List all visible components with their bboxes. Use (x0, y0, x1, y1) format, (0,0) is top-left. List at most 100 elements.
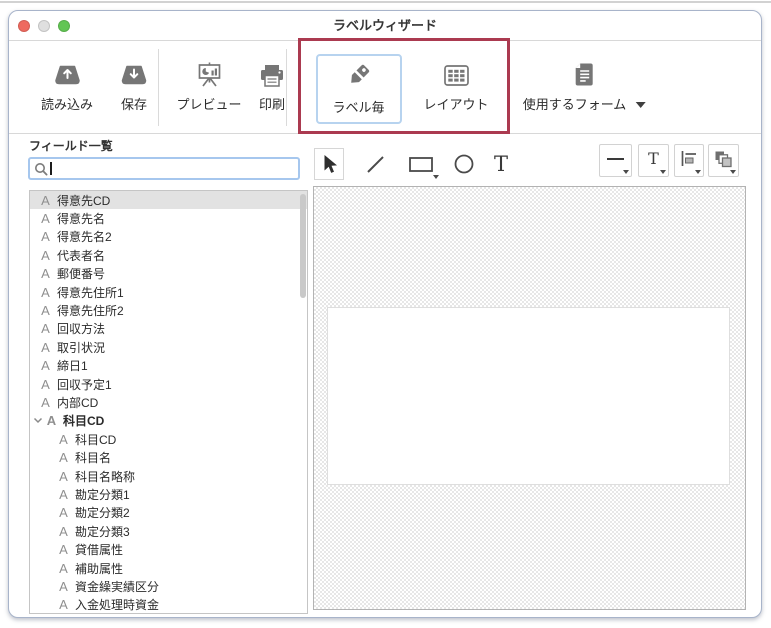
ellipse-icon (453, 153, 475, 175)
align-icon (680, 150, 698, 168)
toolbar-item-label: プレビュー (176, 94, 241, 113)
app-window: ラベルウィザード 読み込み 保存 プレビュー 印刷 ラベル毎 レイアウト 使用す… (8, 10, 762, 618)
document-icon (573, 57, 596, 87)
toolbar-item-load[interactable]: 読み込み (41, 57, 93, 113)
text-field-icon: A (39, 303, 52, 318)
field-label: 科目CD (75, 431, 116, 448)
field-list-item[interactable]: A得意先名2 (30, 228, 307, 246)
field-label: 入金処理時資金 (75, 596, 159, 613)
field-list: A得意先CDA得意先名A得意先名2A代表者名A郵便番号A得意先住所1A得意先住所… (29, 190, 308, 614)
field-list-item[interactable]: A代表者名 (30, 246, 307, 264)
field-list-item[interactable]: A 取引状況 (30, 338, 307, 356)
text-tool[interactable]: T (486, 148, 516, 180)
field-list-item[interactable]: A得意先CD (30, 191, 307, 209)
field-label: 科目名 (75, 449, 111, 466)
dropdown-arrow-icon (635, 102, 645, 108)
field-list-item[interactable]: A郵便番号 (30, 265, 307, 283)
text-field-icon: A (57, 432, 70, 447)
arrange-button[interactable] (708, 144, 739, 177)
line-tool[interactable] (360, 148, 390, 180)
presentation-icon (196, 57, 222, 87)
field-label: 勘定分類1 (75, 486, 130, 503)
text-field-icon: A (39, 211, 52, 226)
search-input[interactable] (28, 157, 300, 180)
field-list-item[interactable]: A回収予定1 (30, 375, 307, 393)
field-label: 内部CD (57, 394, 98, 411)
text-field-icon: A (57, 469, 70, 484)
field-list-item[interactable]: A 締日1 (30, 357, 307, 375)
rect-icon (408, 156, 434, 173)
chevron-down-icon[interactable] (33, 417, 43, 424)
toolbar-item-layout[interactable]: レイアウト (423, 57, 488, 113)
titlebar: ラベルウィザード (9, 11, 761, 41)
field-label: 取引状況 (57, 339, 105, 356)
text-field-icon: A (57, 505, 70, 520)
field-list-item[interactable]: A内部CD (30, 393, 307, 411)
field-list-item[interactable]: A資金繰実績区分 (30, 577, 307, 595)
hline-icon (607, 158, 624, 160)
field-label: 得意先名 (57, 210, 105, 227)
field-list-item[interactable]: A回収方法 (30, 320, 307, 338)
toolbar-item-preview[interactable]: プレビュー (176, 57, 241, 113)
label-preview[interactable] (327, 307, 730, 485)
text-field-icon: A (39, 340, 52, 355)
design-canvas[interactable] (313, 186, 746, 610)
text-style-button[interactable]: T (638, 144, 669, 177)
text-field-icon: A (57, 524, 70, 539)
field-list-item[interactable]: A科目名 (30, 448, 307, 466)
line-style-button[interactable] (599, 144, 632, 177)
field-list-item[interactable]: A 得意先名 (30, 209, 307, 227)
toolbar-separator (158, 49, 159, 126)
text-field-icon: A (57, 542, 70, 557)
field-list-title: フィールド一覧 (29, 137, 113, 154)
tray-down-icon (121, 57, 148, 87)
toolbar-item-print[interactable]: 印刷 (259, 57, 285, 113)
text-style-glyph: T (648, 151, 659, 167)
rectangle-tool[interactable] (406, 148, 436, 180)
field-list-item[interactable]: A得意先住所1 (30, 283, 307, 301)
field-list-item[interactable]: A 勘定分類2 (30, 504, 307, 522)
toolbar-item-form[interactable]: 使用するフォーム (523, 57, 646, 113)
select-tool[interactable] (314, 148, 344, 180)
printer-icon (259, 57, 285, 87)
field-list-item[interactable]: A科目CD (30, 412, 307, 430)
toolbar-item-label: 使用するフォーム (523, 94, 646, 113)
text-tool-glyph: T (494, 154, 508, 175)
text-field-icon: A (57, 561, 70, 576)
field-list-item[interactable]: A 科目CD (30, 430, 307, 448)
field-list-item[interactable]: A入金処理時資金 (30, 596, 307, 614)
field-list-item[interactable]: A補助属性 (30, 559, 307, 577)
dropdown-arrow-icon (623, 170, 629, 174)
search-icon (34, 162, 48, 176)
dropdown-arrow-icon (730, 170, 736, 174)
toolbar-item-save[interactable]: 保存 (121, 57, 148, 113)
toolbar-item-label: レイアウト (423, 94, 488, 113)
field-label: 勘定分類2 (75, 504, 130, 521)
toolbar-item-per-label[interactable]: ラベル毎 (315, 54, 401, 124)
dropdown-arrow-icon (695, 170, 701, 174)
text-field-icon: A (57, 579, 70, 594)
field-label: 勘定分類3 (75, 523, 130, 540)
field-list-item[interactable]: A 科目名略称 (30, 467, 307, 485)
field-list-item[interactable]: A 勘定分類3 (30, 522, 307, 540)
toolbar-item-label: 印刷 (259, 94, 285, 113)
text-field-icon: A (39, 285, 52, 300)
field-label: 郵便番号 (57, 265, 105, 282)
ellipse-tool[interactable] (449, 148, 479, 180)
field-label: 回収予定1 (57, 376, 112, 393)
text-field-icon: A (39, 321, 52, 336)
field-list-item[interactable]: A 勘定分類1 (30, 485, 307, 503)
text-field-icon: A (39, 358, 52, 373)
layers-icon (714, 150, 733, 169)
window-title: ラベルウィザード (9, 11, 761, 41)
align-button[interactable] (674, 144, 704, 177)
text-field-icon: A (57, 487, 70, 502)
field-label: 科目名略称 (75, 468, 135, 485)
scrollbar-thumb[interactable] (300, 194, 306, 298)
toolbar: 読み込み 保存 プレビュー 印刷 ラベル毎 レイアウト 使用するフォーム (9, 41, 761, 134)
field-label: 締日1 (57, 357, 88, 374)
tag-icon (343, 60, 373, 90)
field-list-item[interactable]: A得意先住所2 (30, 301, 307, 319)
text-field-icon: A (39, 193, 52, 208)
field-list-item[interactable]: A貸借属性 (30, 540, 307, 558)
